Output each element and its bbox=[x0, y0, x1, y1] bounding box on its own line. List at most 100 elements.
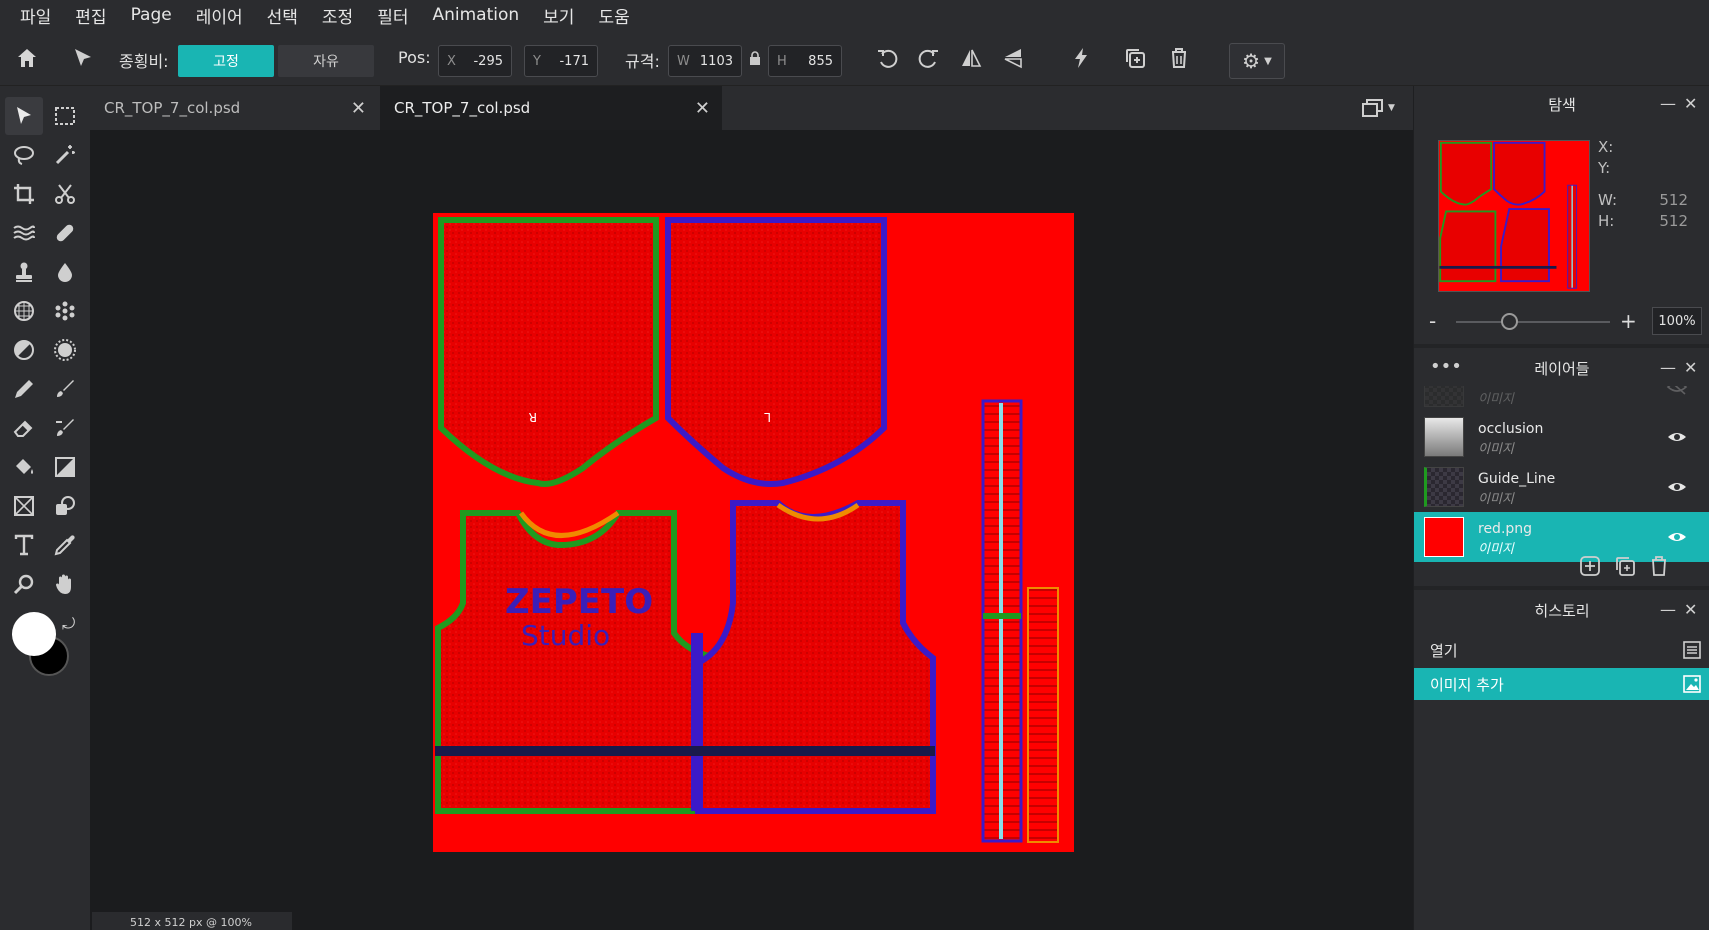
duplicate-icon[interactable] bbox=[1118, 41, 1152, 75]
eye-icon[interactable] bbox=[1666, 527, 1688, 547]
zoom-in-button[interactable]: + bbox=[1620, 309, 1637, 333]
text-tool-icon[interactable] bbox=[5, 526, 43, 564]
crop-icon[interactable] bbox=[5, 175, 43, 213]
menu-layer[interactable]: 레이어 bbox=[196, 3, 243, 28]
paint-bucket-icon[interactable] bbox=[5, 448, 43, 486]
blur-drop-icon[interactable] bbox=[46, 253, 84, 291]
window-arrange-icon[interactable]: ▼ bbox=[1362, 96, 1402, 120]
menu-select[interactable]: 선택 bbox=[267, 3, 298, 28]
home-icon[interactable] bbox=[10, 41, 44, 75]
menu-filter[interactable]: 필터 bbox=[377, 3, 408, 28]
liquify-icon[interactable] bbox=[5, 214, 43, 252]
menu-edit[interactable]: 편집 bbox=[75, 3, 106, 28]
minimize-icon[interactable]: — bbox=[1660, 94, 1676, 113]
ratio-free-button[interactable]: 자유 bbox=[278, 45, 374, 77]
eyedropper-icon[interactable] bbox=[46, 526, 84, 564]
layer-name: Guide_Line bbox=[1478, 471, 1556, 487]
close-icon[interactable]: ✕ bbox=[351, 98, 366, 119]
lasso-icon[interactable] bbox=[5, 136, 43, 174]
width-label: W bbox=[677, 53, 690, 69]
nav-w-value: 512 bbox=[1659, 191, 1688, 209]
foreground-color-swatch[interactable] bbox=[12, 612, 56, 656]
layer-item-uv[interactable]: UV 이미지 bbox=[1414, 386, 1709, 412]
sponge-grid-icon[interactable] bbox=[5, 292, 43, 330]
history-item-add-image[interactable]: 이미지 추가 bbox=[1414, 668, 1709, 700]
tab-document-1[interactable]: CR_TOP_7_col.psd ✕ bbox=[90, 86, 378, 130]
duplicate-layer-icon[interactable] bbox=[1614, 555, 1636, 577]
layer-type: 이미지 bbox=[1478, 542, 1514, 557]
zoom-slider[interactable] bbox=[1456, 321, 1610, 323]
history-header: 히스토리 — ✕ bbox=[1414, 592, 1709, 628]
height-field[interactable]: H 855 bbox=[768, 45, 842, 77]
menu-file[interactable]: 파일 bbox=[20, 3, 51, 28]
lock-icon[interactable] bbox=[746, 41, 764, 75]
auto-fix-icon[interactable] bbox=[1064, 41, 1098, 75]
cuff-strip-band bbox=[983, 613, 1021, 619]
sharpen-gear-icon[interactable] bbox=[46, 331, 84, 369]
rotate-left-icon[interactable] bbox=[870, 41, 904, 75]
close-icon[interactable]: ✕ bbox=[695, 98, 710, 119]
dots-spray-icon[interactable] bbox=[46, 292, 84, 330]
close-icon[interactable]: ✕ bbox=[1684, 94, 1697, 113]
menu-page[interactable]: Page bbox=[131, 5, 172, 25]
pos-y-field[interactable]: Y -171 bbox=[524, 45, 598, 77]
tab-label: CR_TOP_7_col.psd bbox=[394, 99, 531, 117]
close-icon[interactable]: ✕ bbox=[1684, 358, 1697, 377]
tab-document-2[interactable]: CR_TOP_7_col.psd ✕ bbox=[380, 86, 722, 130]
pos-x-field[interactable]: X -295 bbox=[438, 45, 512, 77]
history-item-open[interactable]: 열기 bbox=[1414, 634, 1709, 666]
layer-type: 이미지 bbox=[1478, 492, 1514, 507]
flip-vertical-icon[interactable] bbox=[996, 41, 1030, 75]
zoom-value-field[interactable]: 100% bbox=[1652, 307, 1702, 335]
zoom-out-button[interactable]: - bbox=[1429, 309, 1436, 333]
pos-y-label: Y bbox=[533, 53, 541, 69]
navigator-thumbnail[interactable] bbox=[1438, 140, 1590, 292]
width-field[interactable]: W 1103 bbox=[668, 45, 742, 77]
zoom-control: - + 100% bbox=[1414, 301, 1709, 341]
marquee-select-icon[interactable] bbox=[46, 97, 84, 135]
shape-icon[interactable] bbox=[46, 487, 84, 525]
layer-item-occlusion[interactable]: occlusion 이미지 bbox=[1414, 412, 1709, 462]
rotate-right-icon[interactable] bbox=[912, 41, 946, 75]
menu-animation[interactable]: Animation bbox=[432, 5, 519, 25]
color-replace-icon[interactable] bbox=[46, 409, 84, 447]
front-body-piece bbox=[435, 510, 721, 814]
minimize-icon[interactable]: — bbox=[1660, 358, 1676, 377]
eye-hidden-icon[interactable] bbox=[1666, 386, 1688, 397]
clone-stamp-icon[interactable] bbox=[5, 253, 43, 291]
gradient-icon[interactable] bbox=[46, 448, 84, 486]
frame-icon[interactable] bbox=[5, 487, 43, 525]
pencil-icon[interactable] bbox=[5, 370, 43, 408]
eraser-icon[interactable] bbox=[5, 409, 43, 447]
delete-layer-icon[interactable] bbox=[1648, 555, 1670, 577]
ratio-fixed-button[interactable]: 고정 bbox=[178, 45, 274, 77]
menu-view[interactable]: 보기 bbox=[543, 3, 574, 28]
layer-item-guide-line[interactable]: Guide_Line 이미지 bbox=[1414, 462, 1709, 512]
new-layer-icon[interactable] bbox=[1579, 555, 1601, 577]
dodge-burn-icon[interactable] bbox=[5, 331, 43, 369]
minimize-icon[interactable]: — bbox=[1660, 600, 1676, 619]
move-tool-option-icon[interactable] bbox=[66, 41, 100, 75]
zoom-slider-handle[interactable] bbox=[1500, 313, 1518, 330]
close-icon[interactable]: ✕ bbox=[1684, 600, 1697, 619]
menu-help[interactable]: 도움 bbox=[598, 3, 629, 28]
menu-adjust[interactable]: 조정 bbox=[322, 3, 353, 28]
eye-icon[interactable] bbox=[1666, 427, 1688, 447]
hand-icon[interactable] bbox=[46, 565, 84, 603]
bandage-heal-icon[interactable] bbox=[46, 214, 84, 252]
scissors-icon[interactable] bbox=[46, 175, 84, 213]
document-canvas[interactable]: R L ZEPETO Studio bbox=[433, 213, 1074, 852]
settings-dropdown-button[interactable]: ⚙ ▼ bbox=[1229, 43, 1285, 79]
panel-divider bbox=[1414, 586, 1709, 590]
brush-icon[interactable] bbox=[46, 370, 84, 408]
canvas-workspace[interactable]: R L ZEPETO Studio bbox=[90, 130, 1413, 930]
magic-wand-icon[interactable] bbox=[46, 136, 84, 174]
move-tool-icon[interactable] bbox=[5, 97, 43, 135]
delete-icon[interactable] bbox=[1162, 41, 1196, 75]
swap-colors-icon[interactable]: ⤾ bbox=[62, 614, 75, 634]
history-label: 열기 bbox=[1430, 641, 1458, 660]
zoom-icon[interactable] bbox=[5, 565, 43, 603]
eye-icon[interactable] bbox=[1666, 477, 1688, 497]
more-options-icon[interactable]: ••• bbox=[1430, 356, 1462, 377]
flip-horizontal-icon[interactable] bbox=[954, 41, 988, 75]
